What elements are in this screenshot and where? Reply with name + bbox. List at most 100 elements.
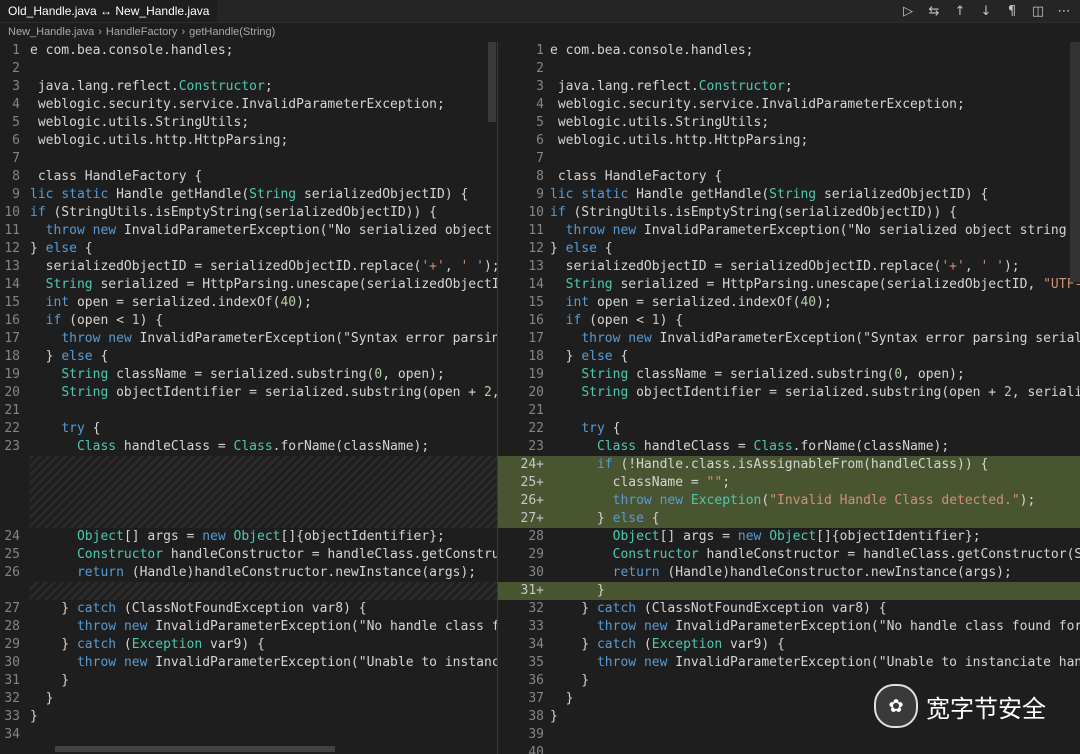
code-line[interactable]: 34 } catch (Exception var9) { — [498, 636, 1080, 654]
added-code-line[interactable]: 25+ className = ""; — [498, 474, 1080, 492]
horizontal-scrollbar[interactable] — [55, 746, 335, 752]
code-line[interactable]: 29 } catch (Exception var9) { — [0, 636, 497, 654]
breadcrumb-item[interactable]: New_Handle.java — [8, 26, 94, 38]
code-line[interactable]: 30 throw new InvalidParameterException("… — [0, 654, 497, 672]
code-line[interactable]: 11 throw new InvalidParameterException("… — [0, 222, 497, 240]
code-line[interactable]: 1 e com.bea.console.handles; — [0, 42, 497, 60]
code-line[interactable]: 30 return (Handle)handleConstructor.newI… — [498, 564, 1080, 582]
line-number: 34 — [4, 727, 20, 742]
added-code-line[interactable]: 24+ if (!Handle.class.isAssignableFrom(h… — [498, 456, 1080, 474]
code-line[interactable]: 12} else { — [0, 240, 497, 258]
code-line[interactable]: 10 if (StringUtils.isEmptyString(serializ… — [0, 204, 497, 222]
code-line[interactable]: 20 String objectIdentifier = serialized.… — [498, 384, 1080, 402]
code-line[interactable]: 2 — [0, 60, 497, 78]
left-scroll-thumb[interactable] — [488, 42, 496, 122]
line-number: 7 — [536, 151, 544, 166]
code-line[interactable]: 19 String className = serialized.substri… — [498, 366, 1080, 384]
added-code-line[interactable]: 26+ throw new Exception("Invalid Handle … — [498, 492, 1080, 510]
editor-action-0-icon[interactable]: ▷ — [900, 4, 916, 19]
editor-actions: ▷ ⇆ ↑ ↓ ¶ ◫ ⋯ — [900, 0, 1072, 22]
code-line[interactable]: 18 } else { — [498, 348, 1080, 366]
editor-action-6-icon[interactable]: ⋯ — [1056, 4, 1072, 19]
diff-editor-tab[interactable]: Old_Handle.java ↔ New_Handle.java — [0, 0, 219, 22]
code-line[interactable]: 35 throw new InvalidParameterException("… — [498, 654, 1080, 672]
code-line[interactable]: 15 int open = serialized.indexOf(40); — [0, 294, 497, 312]
code-line[interactable]: 3 java.lang.reflect.Constructor; — [498, 78, 1080, 96]
editor-action-2-icon[interactable]: ↑ — [952, 4, 968, 19]
right-scroll-thumb[interactable] — [1070, 42, 1080, 282]
code-text: throw new InvalidParameterException("Syn… — [581, 331, 1080, 346]
code-line[interactable]: 12} else { — [498, 240, 1080, 258]
line-number: 39 — [528, 727, 544, 742]
code-line[interactable]: 14 String serialized = HttpParsing.unesc… — [0, 276, 497, 294]
line-number: 2 — [536, 61, 544, 76]
line-number: 14 — [4, 277, 20, 292]
code-line[interactable]: 13 serializedObjectID = serializedObject… — [498, 258, 1080, 276]
editor-action-1-icon[interactable]: ⇆ — [926, 4, 942, 19]
code-line[interactable]: 21 — [498, 402, 1080, 420]
code-line[interactable]: 26 return (Handle)handleConstructor.newI… — [0, 564, 497, 582]
code-line[interactable]: 31 } — [0, 672, 497, 690]
line-number: 19 — [528, 367, 544, 382]
original-pane[interactable]: 1e com.bea.console.handles; 2 3 java.lang.… — [0, 42, 497, 754]
line-number: 1 — [536, 43, 544, 58]
code-line[interactable]: 10 if (StringUtils.isEmptyString(serializ… — [498, 204, 1080, 222]
code-line[interactable]: 39 — [498, 726, 1080, 744]
code-line[interactable]: 1 e com.bea.console.handles; — [498, 42, 1080, 60]
code-line[interactable]: 33 throw new InvalidParameterException("… — [498, 618, 1080, 636]
code-line[interactable]: 11 throw new InvalidParameterException("… — [498, 222, 1080, 240]
code-line[interactable]: 7 — [498, 150, 1080, 168]
code-line[interactable]: 32 } catch (ClassNotFoundException var8)… — [498, 600, 1080, 618]
code-line[interactable]: 5 weblogic.utils.StringUtils; — [0, 114, 497, 132]
code-line[interactable]: 22 try { — [498, 420, 1080, 438]
code-line[interactable]: 4 weblogic.security.service.InvalidParam… — [498, 96, 1080, 114]
code-text: } catch (Exception var9) { — [30, 637, 265, 652]
code-line[interactable]: 8 class HandleFactory { — [498, 168, 1080, 186]
code-line[interactable]: 9 lic static Handle getHandle(String seri… — [498, 186, 1080, 204]
code-line[interactable]: 17 throw new InvalidParameterException("… — [0, 330, 497, 348]
code-line[interactable]: 27 } catch (ClassNotFoundException var8)… — [0, 600, 497, 618]
code-line[interactable]: 13 serializedObjectID = serializedObject… — [0, 258, 497, 276]
code-line[interactable]: 25 Constructor handleConstructor = handl… — [0, 546, 497, 564]
code-line[interactable]: 19 String className = serialized.substri… — [0, 366, 497, 384]
code-line[interactable]: 33} — [0, 708, 497, 726]
code-line[interactable]: 34 — [0, 726, 497, 744]
code-line[interactable]: 29 Constructor handleConstructor = handl… — [498, 546, 1080, 564]
code-line[interactable]: 9 lic static Handle getHandle(String seri… — [0, 186, 497, 204]
code-line[interactable]: 8 class HandleFactory { — [0, 168, 497, 186]
code-line[interactable]: 22 try { — [0, 420, 497, 438]
code-line[interactable]: 32 } — [0, 690, 497, 708]
added-code-line[interactable]: 31+ } — [498, 582, 1080, 600]
breadcrumb-item[interactable]: HandleFactory — [106, 26, 178, 38]
breadcrumb-item[interactable]: getHandle(String) — [189, 26, 275, 38]
editor-action-5-icon[interactable]: ◫ — [1030, 4, 1046, 19]
code-line[interactable]: 17 throw new InvalidParameterException("… — [498, 330, 1080, 348]
code-line[interactable]: 20 String objectIdentifier = serialized.… — [0, 384, 497, 402]
editor-action-3-icon[interactable]: ↓ — [978, 4, 994, 19]
code-line[interactable]: 5 weblogic.utils.StringUtils; — [498, 114, 1080, 132]
code-line[interactable]: 2 — [498, 60, 1080, 78]
line-number: 27 — [4, 601, 20, 616]
code-line[interactable]: 40 — [498, 744, 1080, 754]
code-line[interactable]: 24 Object[] args = new Object[]{objectId… — [0, 528, 497, 546]
line-number: 31 — [4, 673, 20, 688]
code-line[interactable]: 4 weblogic.security.service.InvalidParam… — [0, 96, 497, 114]
code-line[interactable]: 14 String serialized = HttpParsing.unesc… — [498, 276, 1080, 294]
code-line[interactable]: 23 Class handleClass = Class.forName(cla… — [498, 438, 1080, 456]
code-line[interactable]: 15 int open = serialized.indexOf(40); — [498, 294, 1080, 312]
editor-action-4-icon[interactable]: ¶ — [1004, 4, 1020, 19]
code-line[interactable]: 3 java.lang.reflect.Constructor; — [0, 78, 497, 96]
code-line[interactable]: 16 if (open < 1) { — [498, 312, 1080, 330]
code-line[interactable]: 21 — [0, 402, 497, 420]
diff-gap-filler — [30, 456, 497, 528]
added-code-line[interactable]: 27+ } else { — [498, 510, 1080, 528]
modified-pane[interactable]: 1e com.bea.console.handles; 2 3 java.lang.… — [498, 42, 1080, 754]
code-line[interactable]: 6 weblogic.utils.http.HttpParsing; — [498, 132, 1080, 150]
code-line[interactable]: 28 throw new InvalidParameterException("… — [0, 618, 497, 636]
code-line[interactable]: 23 Class handleClass = Class.forName(cla… — [0, 438, 497, 456]
code-line[interactable]: 7 — [0, 150, 497, 168]
code-line[interactable]: 6 weblogic.utils.http.HttpParsing; — [0, 132, 497, 150]
code-line[interactable]: 28 Object[] args = new Object[]{objectId… — [498, 528, 1080, 546]
code-line[interactable]: 16 if (open < 1) { — [0, 312, 497, 330]
code-line[interactable]: 18 } else { — [0, 348, 497, 366]
